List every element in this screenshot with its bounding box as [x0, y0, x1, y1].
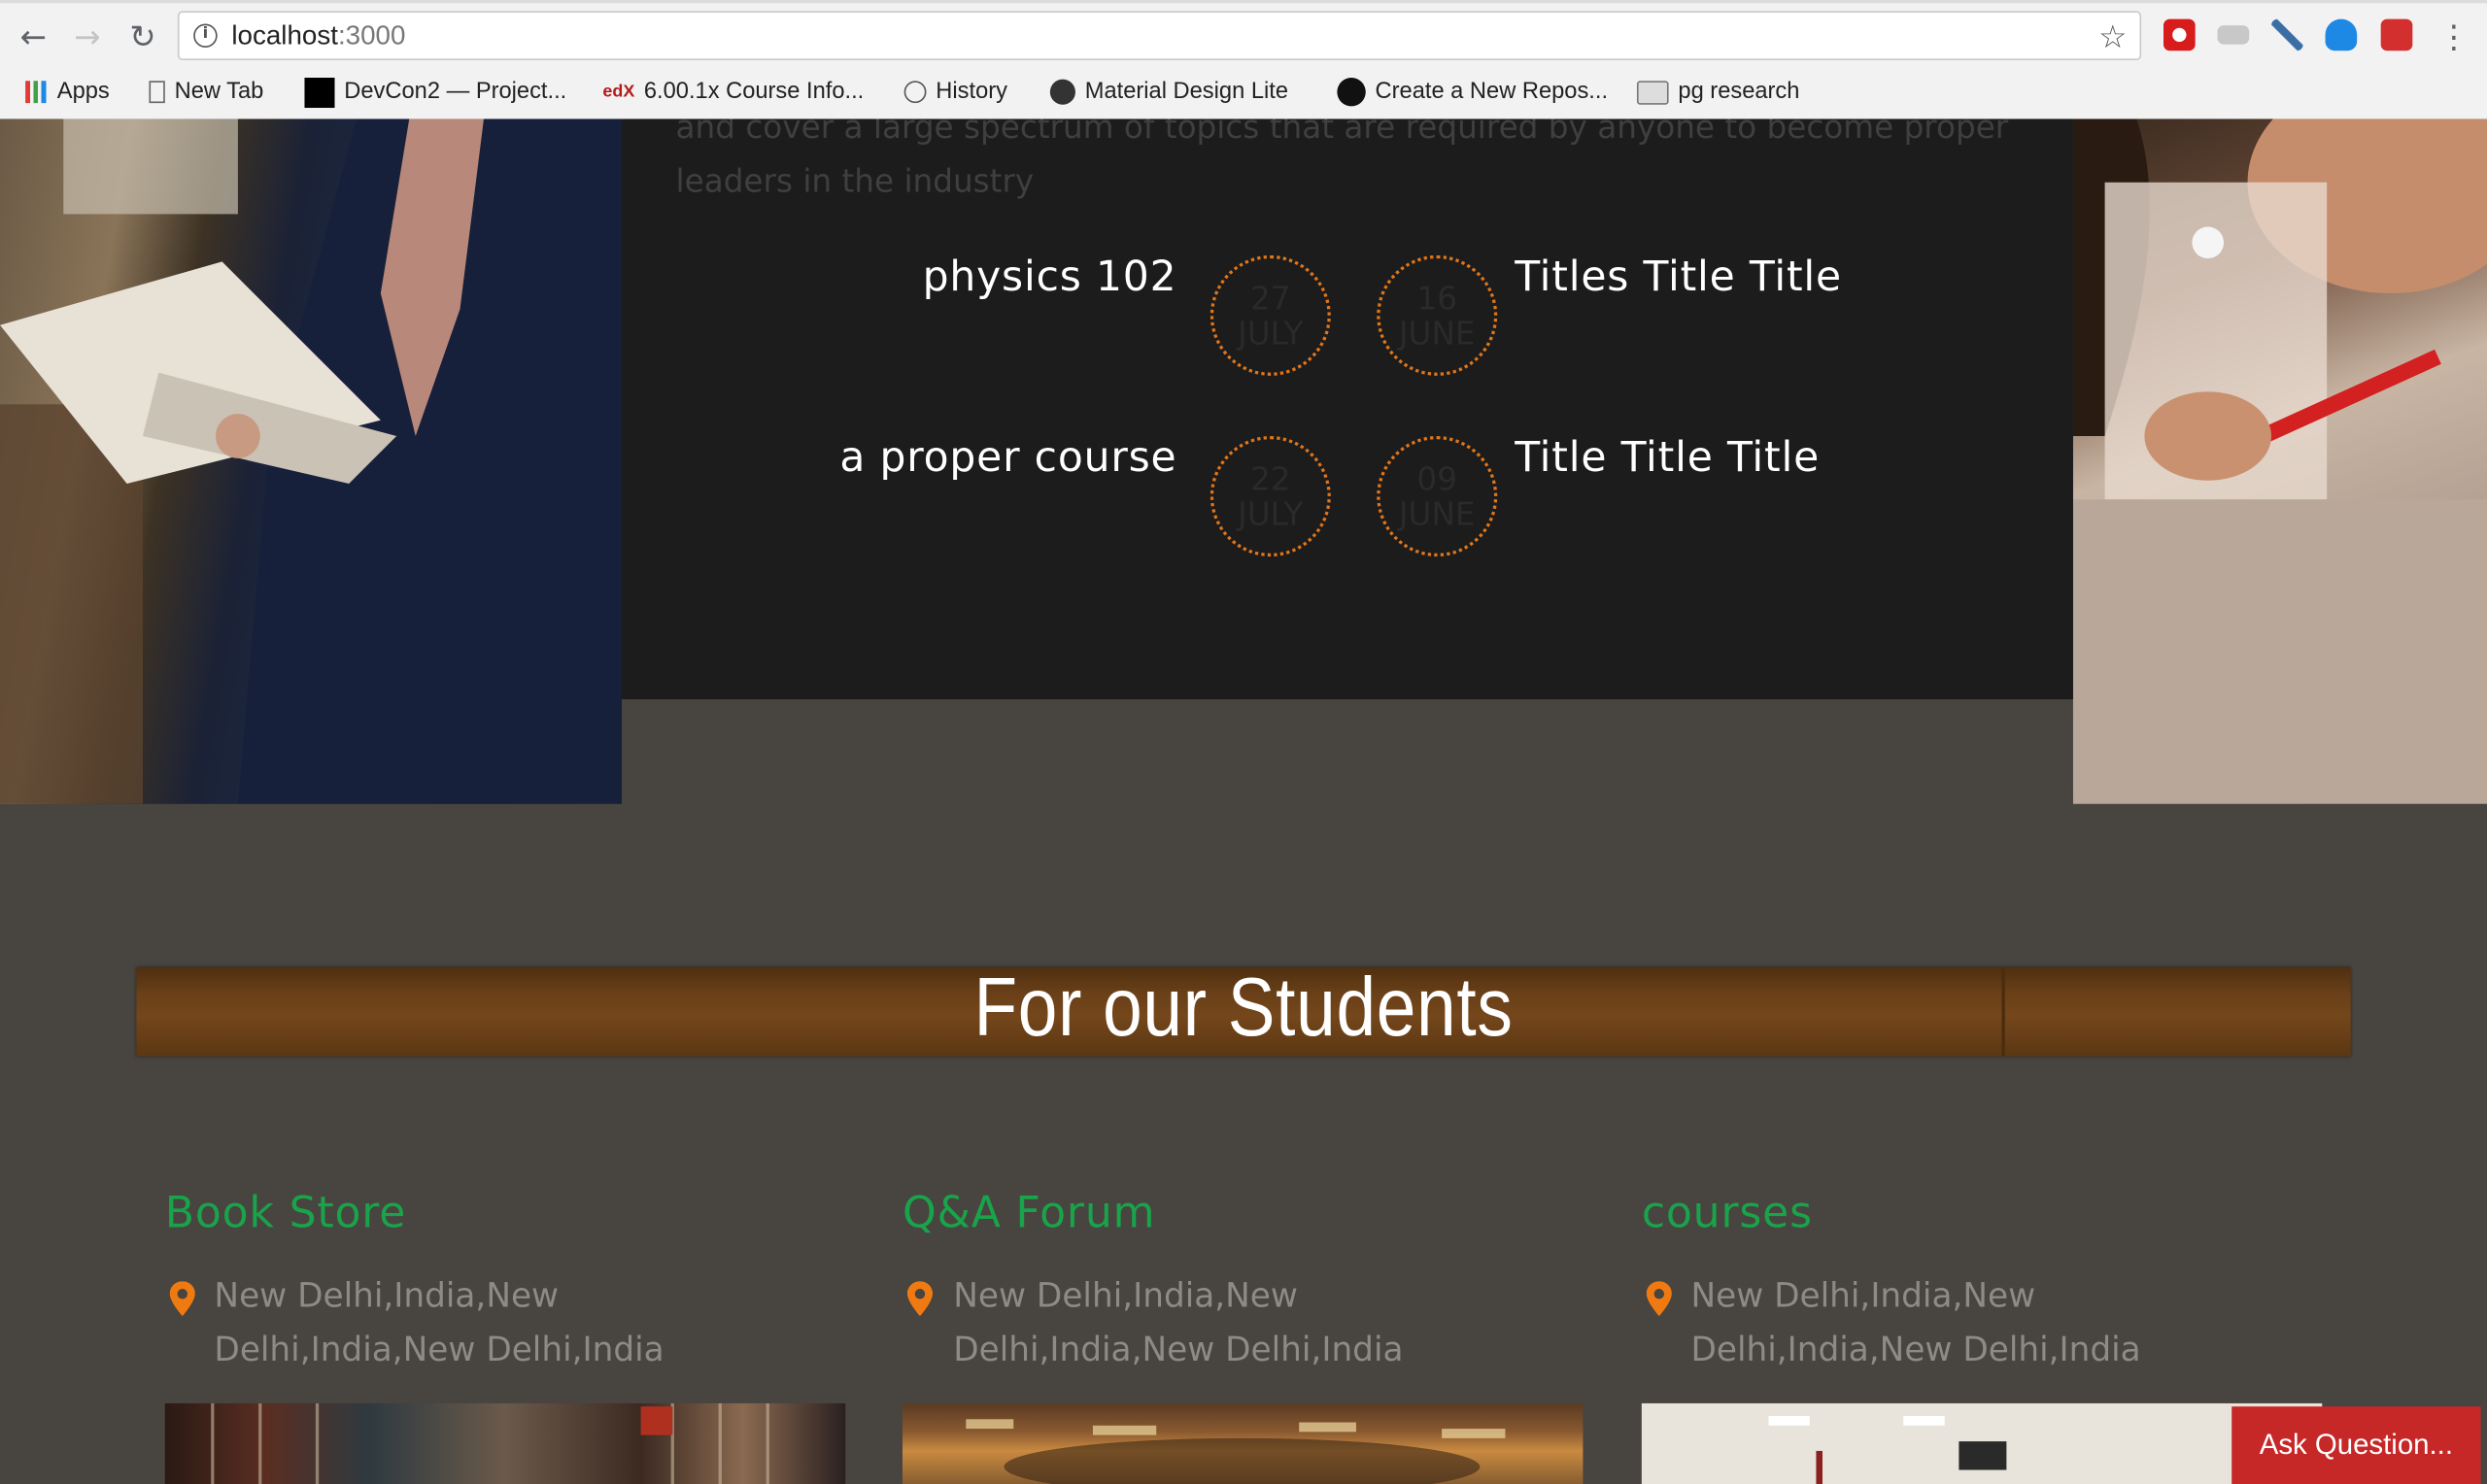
forward-icon[interactable]: →: [67, 16, 108, 56]
history-icon: [903, 81, 927, 104]
tab-strip: [0, 0, 2487, 4]
github-icon: [1337, 78, 1366, 107]
intro-paragraph: and cover a large spectrum of topics tha…: [675, 118, 2009, 200]
event-date-badge: 27 JULY: [1209, 254, 1331, 376]
bookmark-star-icon[interactable]: ☆: [2098, 17, 2127, 55]
bookmark-new-tab[interactable]: New Tab: [149, 76, 263, 108]
mdl-icon: [1049, 79, 1075, 105]
cors-icon[interactable]: [2380, 18, 2413, 51]
browser-chrome: ← → ↻ i localhost:3000 ☆ ⋮ Apps New Tab …: [0, 0, 2487, 121]
address-text: New Delhi,India,New Delhi,India,New Delh…: [214, 1276, 664, 1369]
black-square-icon: [304, 77, 335, 108]
location-pin-icon: [906, 1281, 934, 1317]
edx-icon: edX: [602, 82, 635, 102]
apps-grid-icon: [25, 81, 48, 104]
opera-icon[interactable]: [2163, 18, 2196, 51]
info-icon[interactable]: i: [193, 23, 218, 48]
classroom-image[interactable]: [1641, 1402, 2323, 1484]
url-text: localhost:3000: [231, 20, 406, 51]
event-date-badge: 22 JULY: [1209, 435, 1331, 557]
bookmark-edx[interactable]: edX 6.00.1x Course Info...: [602, 76, 864, 108]
event-title[interactable]: Titles Title Title: [1515, 253, 1842, 301]
bookmarks-bar: Apps New Tab DevCon2 — Project... edX 6.…: [0, 71, 2487, 112]
section-heading: For our Students: [973, 962, 1514, 1055]
book-store-title[interactable]: Book Store: [165, 1190, 406, 1239]
bookshelf-image[interactable]: [164, 1402, 846, 1484]
event-date-badge: 16 JUNE: [1377, 254, 1498, 376]
bookmark-mdl[interactable]: Material Design Lite: [1049, 76, 1288, 108]
address-bar[interactable]: i localhost:3000 ☆: [177, 11, 2142, 61]
event-title[interactable]: physics 102: [923, 253, 1177, 301]
address-text: New Delhi,India,New Delhi,India,New Delh…: [1690, 1276, 2141, 1369]
location-pin-icon: [169, 1281, 195, 1317]
child-writing-photo: [2072, 118, 2487, 804]
event-date-badge: 09 JUNE: [1377, 435, 1498, 557]
ask-question-button[interactable]: Ask Question...: [2231, 1406, 2481, 1484]
bookmark-github[interactable]: Create a New Repos...: [1337, 76, 1608, 108]
back-icon[interactable]: ←: [13, 16, 53, 56]
shield-extension-icon[interactable]: [2325, 18, 2358, 51]
event-title[interactable]: a proper course: [839, 434, 1176, 482]
reload-icon[interactable]: ↻: [122, 16, 163, 56]
address-text: New Delhi,India,New Delhi,India,New Delh…: [953, 1276, 1404, 1369]
folder-icon: [1636, 80, 1669, 104]
eyedropper-icon[interactable]: [2271, 18, 2303, 51]
menu-kebab-icon[interactable]: ⋮: [2434, 16, 2474, 56]
section-banner: For our Students: [136, 962, 2351, 1057]
student-reading-photo: [0, 118, 623, 804]
courses-title[interactable]: courses: [1642, 1190, 1813, 1239]
bookmark-pg-research[interactable]: pg research: [1636, 76, 1799, 108]
bookmark-apps[interactable]: Apps: [25, 76, 110, 108]
event-title[interactable]: Title Title Title: [1515, 434, 1820, 482]
bookmark-history[interactable]: History: [903, 76, 1007, 108]
extension-gray-icon[interactable]: [2217, 25, 2250, 45]
library-hall-image[interactable]: [903, 1402, 1584, 1484]
location-pin-icon: [1646, 1281, 1672, 1317]
page-icon: [149, 81, 165, 104]
qa-forum-title[interactable]: Q&A Forum: [903, 1190, 1155, 1239]
page-content: and cover a large spectrum of topics tha…: [0, 118, 2487, 1484]
bookmark-devcon2[interactable]: DevCon2 — Project...: [304, 76, 566, 108]
